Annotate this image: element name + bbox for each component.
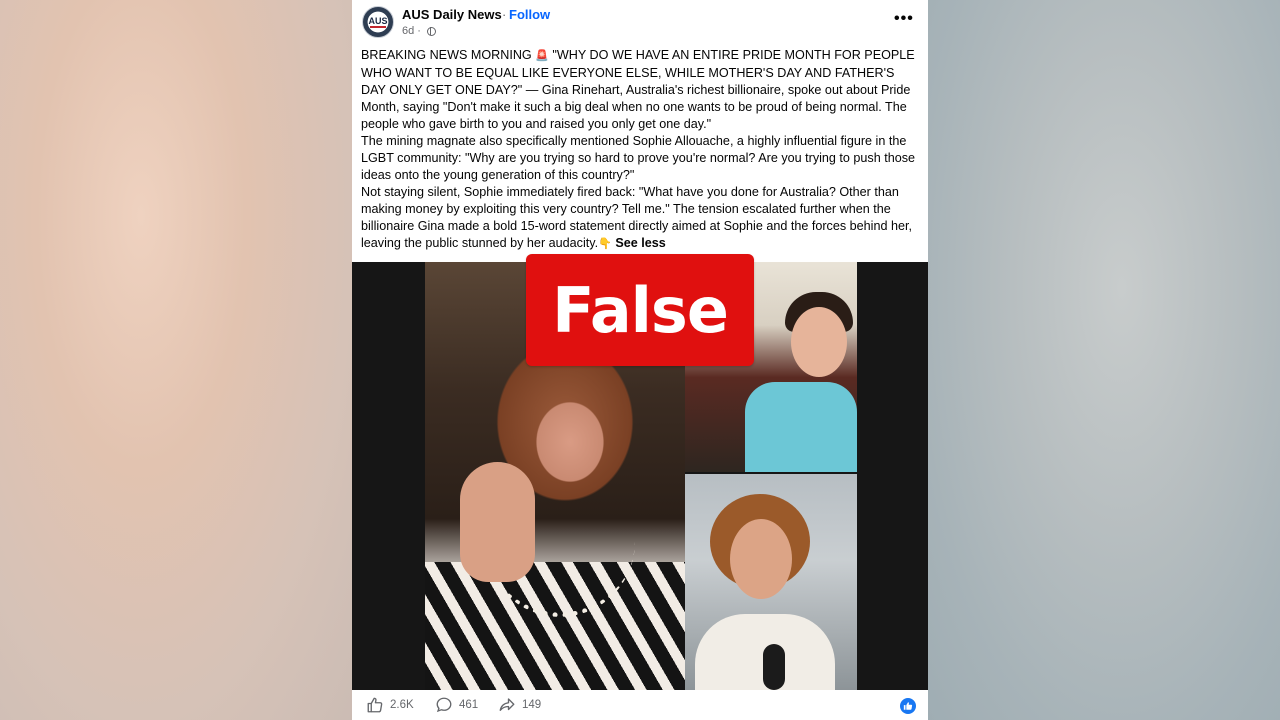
fact-check-label: False <box>552 273 729 347</box>
see-less-link[interactable]: See less <box>615 236 665 250</box>
comment-icon <box>436 697 452 713</box>
comment-button[interactable]: 461 <box>435 696 478 714</box>
facebook-post: AUS AUS Daily News · Follow 6d · ••• BRE… <box>352 0 928 720</box>
photo-face <box>791 307 847 377</box>
post-paragraph-1: BREAKING NEWS MORNING 🚨 "WHY DO WE HAVE … <box>361 48 915 131</box>
post-paragraph-3: Not staying silent, Sophie immediately f… <box>361 185 912 250</box>
like-count: 2.6K <box>390 699 414 711</box>
thumbs-up-icon <box>903 702 913 710</box>
page-name[interactable]: AUS Daily News <box>402 7 502 22</box>
more-options-icon[interactable]: ••• <box>894 10 914 28</box>
page-avatar[interactable]: AUS <box>362 6 394 38</box>
siren-icon: 🚨 <box>535 50 549 62</box>
follow-button[interactable]: Follow <box>509 7 550 22</box>
photo-hand <box>460 462 535 582</box>
share-icon <box>499 698 515 711</box>
comment-count: 461 <box>459 699 479 711</box>
like-reaction-icon[interactable] <box>900 698 916 714</box>
name-separator: · <box>502 7 507 22</box>
background-blur-left <box>0 0 352 720</box>
avatar-logo-bar <box>370 26 386 28</box>
post-time[interactable]: 6d · <box>402 25 421 37</box>
photo-woman-speaking <box>685 474 857 690</box>
post-paragraph-2: The mining magnate also specifically men… <box>361 134 916 182</box>
share-count: 149 <box>522 699 542 711</box>
post-header: AUS AUS Daily News · Follow 6d · ••• <box>352 0 928 44</box>
pointing-down-icon: 👇 <box>598 238 612 250</box>
photo-face <box>730 519 792 599</box>
post-text: BREAKING NEWS MORNING 🚨 "WHY DO WE HAVE … <box>361 47 917 253</box>
share-button[interactable]: 149 <box>498 696 541 714</box>
fact-check-false-badge: False <box>526 254 754 366</box>
photo-shirt <box>745 382 857 472</box>
globe-icon <box>427 27 436 36</box>
microphone <box>763 644 785 690</box>
avatar-logo-text: AUS <box>368 16 388 26</box>
background-blur-right <box>928 0 1280 720</box>
like-icon <box>367 697 383 713</box>
like-button[interactable]: 2.6K <box>366 696 414 714</box>
engagement-bar: 2.6K 461 149 <box>352 690 928 720</box>
